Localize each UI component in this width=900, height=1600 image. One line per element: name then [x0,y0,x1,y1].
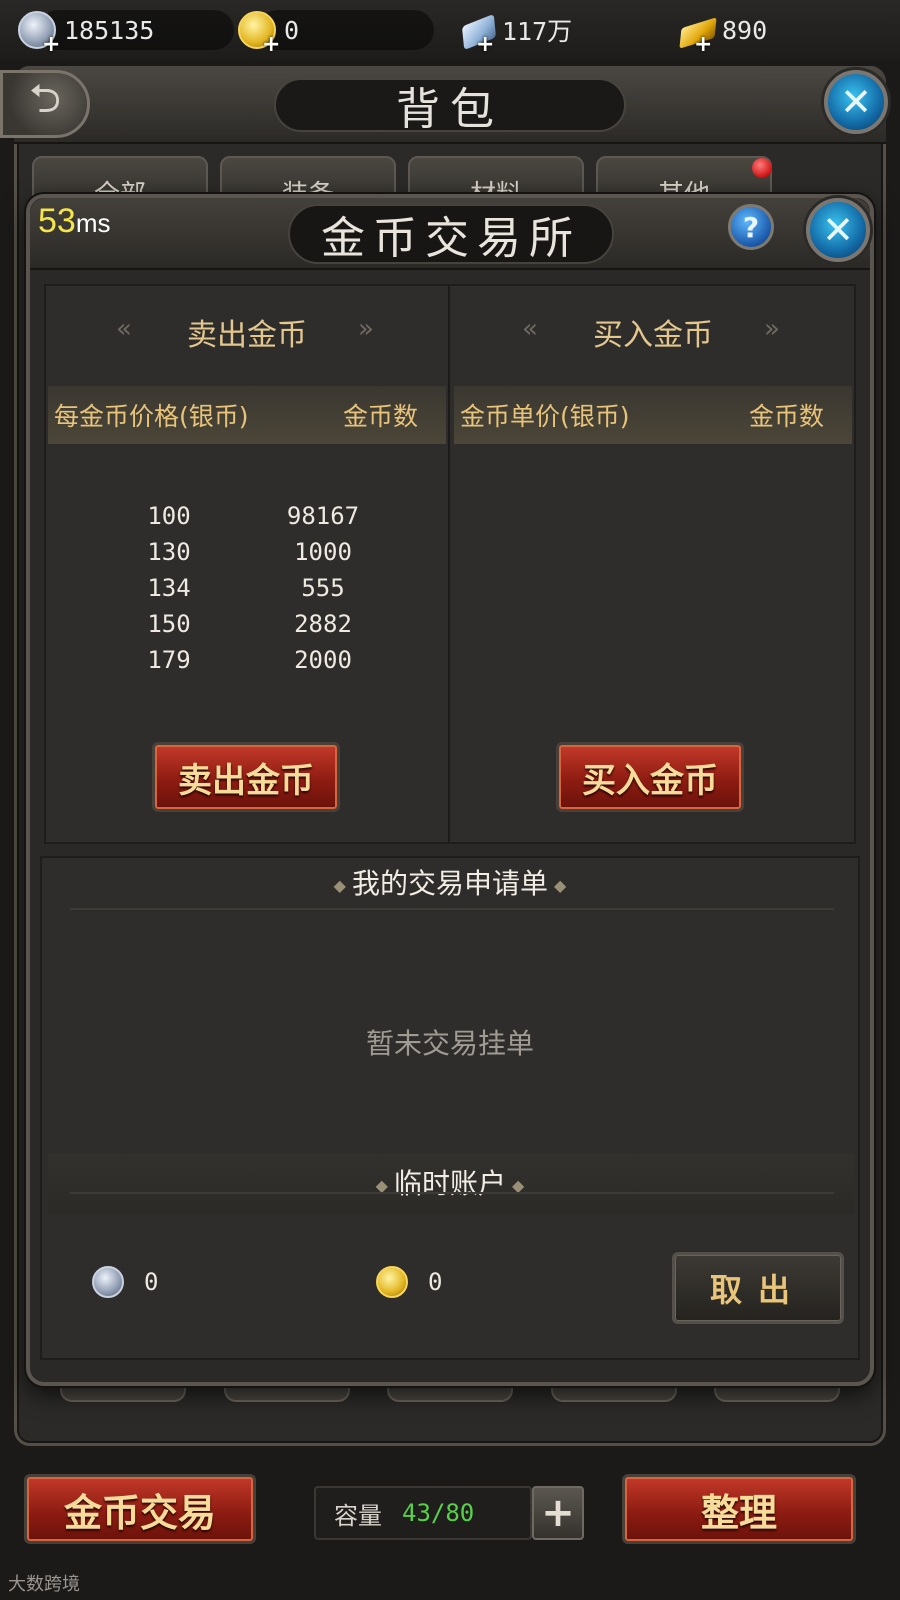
buy-column-title: 买入金币 [593,318,713,353]
silver-coin-icon [92,1266,124,1298]
temp-silver-balance: 0 [92,1266,158,1298]
button-label: 取出 [709,1271,806,1309]
close-icon: ✕ [822,208,854,252]
temp-account-heading: ◆ 临时账户 ◆ [42,1162,858,1202]
chevron-right-icon[interactable]: » [764,314,780,344]
order-price: 100 [147,502,191,530]
gold-amount: 0 [284,15,300,45]
watermark-text: 大数跨境 [8,1574,80,1595]
sell-orders-list: 100 98167 130 1000 134 555 150 2882 179 2000 [106,498,426,678]
add-icon[interactable]: + [476,32,494,57]
diamond-icon: ◆ [333,875,346,895]
latency-unit: ms [75,208,111,238]
my-orders-heading: ◆ 我的交易申请单 ◆ [42,862,858,902]
order-row[interactable]: 134 555 [106,570,426,606]
button-label: 买入金币 [582,760,718,801]
column-divider [448,286,450,842]
order-quantity: 2882 [294,610,352,638]
notification-dot-icon [752,158,772,178]
order-price: 150 [147,610,191,638]
my-orders-panel: ◆ 我的交易申请单 ◆ 暂未交易挂单 ◆ 临时账户 ◆ 0 0 取出 [40,856,860,1360]
sell-table-header: 每金币价格(银币) 金币数 [48,386,446,444]
button-label: 金币交易 [63,1489,216,1535]
silver-balance-value: 0 [144,1268,159,1296]
order-price: 179 [147,646,191,674]
empty-orders-message: 暂未交易挂单 [365,1027,534,1060]
add-icon[interactable]: + [42,32,60,57]
order-row[interactable]: 179 2000 [106,642,426,678]
question-icon: ? [742,210,760,244]
temp-gold-balance: 0 [376,1266,442,1298]
order-row[interactable]: 130 1000 [106,534,426,570]
qty-header: 金币数 [748,402,824,431]
add-icon[interactable]: + [694,32,712,57]
dialog-close-button[interactable]: ✕ [806,198,870,262]
buy-gold-button[interactable]: 买入金币 [556,742,744,812]
gold-coin-icon [376,1266,408,1298]
sell-gold-button[interactable]: 卖出金币 [152,742,340,812]
order-quantity: 2000 [294,646,352,674]
add-icon[interactable]: + [262,32,280,57]
capacity-display: 容量 43/80 [314,1486,532,1540]
back-button[interactable]: ⮌ [0,70,90,138]
back-arrow-icon: ⮌ [28,76,62,122]
silver-amount: 185135 [64,15,155,45]
order-quantity: 555 [301,574,345,602]
dialog-title: 金币交易所 [321,213,581,264]
gold-balance-value: 0 [428,1268,443,1296]
backpack-title-plate: 背包 [274,78,626,135]
backpack-title: 背包 [396,84,504,135]
expand-capacity-button[interactable]: + [532,1486,584,1540]
divider [70,908,834,910]
close-icon: ✕ [840,80,872,124]
price-header: 每金币价格(银币) [54,402,249,431]
gold-currency[interactable]: + 0 [238,10,434,57]
diamond-icon: ◆ [554,875,567,895]
sell-column-title: 卖出金币 [187,318,307,353]
order-quantity: 98167 [286,502,360,530]
withdraw-button[interactable]: 取出 [672,1252,844,1324]
buy-column: « 买入金币 » 金币单价(银币) 金币数 买入金币 [452,286,854,842]
order-price: 130 [147,538,191,566]
my-orders-title: 我的交易申请单 [351,867,548,900]
silver-currency[interactable]: + 185135 [18,10,234,57]
order-row[interactable]: 100 98167 [106,498,426,534]
crystal-amount: 117万 [502,17,573,46]
order-price: 134 [147,574,191,602]
button-label: 卖出金币 [178,760,314,801]
buy-table-header: 金币单价(银币) 金币数 [454,386,852,444]
gold-trade-button[interactable]: 金币交易 [24,1474,256,1544]
temp-account-title: 临时账户 [393,1167,506,1200]
backpack-close-button[interactable]: ✕ [824,70,888,134]
price-header: 金币单价(银币) [460,402,630,431]
goldbar-amount: 890 [722,15,768,45]
order-quantity: 1000 [294,538,352,566]
capacity-value: 43/80 [402,1499,475,1527]
chevron-right-icon[interactable]: » [358,314,374,344]
crystal-currency[interactable]: + 117万 [458,10,573,57]
plus-icon: + [541,1490,575,1536]
order-row[interactable]: 150 2882 [106,606,426,642]
sell-column: « 卖出金币 » 每金币价格(银币) 金币数 100 98167 130 1000 13… [46,286,448,842]
latency-indicator: 53ms [38,202,111,241]
goldbar-currency[interactable]: + 890 [676,10,768,57]
capacity-label: 容量 [334,1501,382,1530]
help-button[interactable]: ? [728,204,774,250]
divider [70,1192,834,1194]
button-label: 整理 [700,1489,777,1535]
watermark: 大数跨境 [8,1570,80,1596]
qty-header: 金币数 [342,402,418,431]
latency-number: 53 [38,202,76,240]
dialog-title-plate: 金币交易所 [288,204,614,264]
sort-button[interactable]: 整理 [622,1474,856,1544]
